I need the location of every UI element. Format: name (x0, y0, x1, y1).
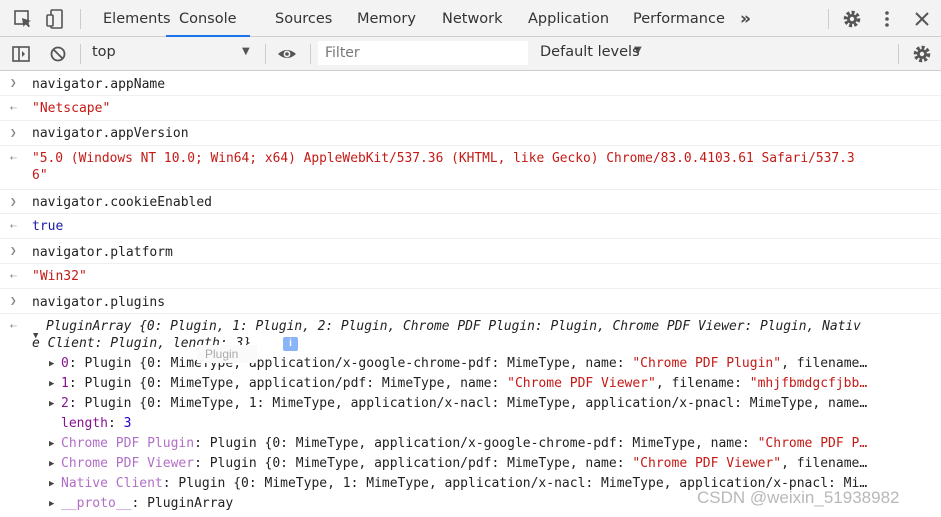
collapsed-triangle-icon[interactable]: ▶ (49, 399, 54, 409)
tab-elements[interactable]: Elements (103, 0, 171, 36)
tab-memory[interactable]: Memory (357, 0, 416, 36)
console-result-row: ⇠ "5.0 (Windows NT 10.0; Win64; x64) App… (0, 146, 941, 190)
show-sidebar-icon[interactable] (10, 43, 32, 65)
more-options-kebab-icon[interactable] (876, 8, 898, 30)
clear-console-icon[interactable] (47, 43, 69, 65)
console-result-row: ⇠ "Win32" (0, 264, 941, 289)
tab-console[interactable]: Console (166, 0, 250, 37)
result-arrow-icon: ⇠ (10, 219, 17, 232)
default-levels-dropdown[interactable]: Default levels (540, 44, 640, 60)
inspect-element-icon[interactable] (12, 8, 34, 30)
tab-sources[interactable]: Sources (275, 0, 332, 36)
filter-box (318, 41, 528, 65)
watermark: CSDN @weixin_51938982 (697, 488, 900, 507)
proto-property[interactable]: __proto__: PluginArray (61, 496, 233, 511)
devtools-tab-bar: Elements Console Sources Memory Network … (0, 0, 941, 37)
info-icon[interactable]: i (283, 337, 298, 351)
length-property: length: 3 (61, 416, 132, 431)
device-toolbar-icon[interactable] (45, 8, 67, 30)
input-prompt-icon: ❯ (10, 126, 17, 139)
console-result: "5.0 (Windows NT 10.0; Win64; x64) Apple… (32, 151, 855, 166)
console-input-row: ❯ navigator.cookieEnabled (0, 190, 941, 214)
divider (828, 9, 829, 29)
console-result: true (32, 219, 64, 234)
result-arrow-icon: ⇠ (10, 319, 17, 332)
filter-input[interactable] (323, 42, 527, 64)
divider (310, 44, 311, 64)
property-row[interactable]: 0: Plugin {0: MimeType, application/x-go… (61, 356, 867, 371)
divider (265, 44, 266, 64)
tab-performance[interactable]: Performance (633, 0, 725, 36)
tab-network[interactable]: Network (442, 0, 503, 36)
console-command: navigator.appName (32, 77, 166, 92)
context-selector[interactable]: top (92, 44, 116, 60)
console-input-row: ❯ navigator.plugins (0, 289, 941, 314)
input-prompt-icon: ❯ (10, 76, 17, 89)
input-prompt-icon: ❯ (10, 244, 17, 257)
divider (80, 44, 81, 64)
collapsed-triangle-icon[interactable]: ▶ (49, 439, 54, 449)
collapsed-triangle-icon[interactable]: ▶ (49, 379, 54, 389)
collapsed-triangle-icon[interactable]: ▶ (49, 499, 54, 509)
console-input-row: ❯ navigator.platform (0, 239, 941, 264)
close-devtools-icon[interactable] (911, 8, 933, 30)
collapsed-triangle-icon[interactable]: ▶ (49, 479, 54, 489)
live-expression-eye-icon[interactable] (276, 43, 298, 65)
console-result-row: ⇠ "Netscape" (0, 96, 941, 121)
property-row[interactable]: 1: Plugin {0: MimeType, application/pdf:… (61, 376, 867, 391)
plugin-array-summary[interactable]: PluginArray {0: Plugin, 1: Plugin, 2: Pl… (46, 319, 861, 334)
context-dropdown-arrow-icon[interactable]: ▼ (242, 46, 250, 57)
console-command: navigator.appVersion (32, 126, 189, 141)
console-output: ❯ navigator.appName ⇠ "Netscape" ❯ navig… (0, 72, 941, 517)
collapsed-triangle-icon[interactable]: ▶ (49, 359, 54, 369)
divider (80, 9, 81, 29)
property-row[interactable]: 2: Plugin {0: MimeType, 1: MimeType, app… (61, 396, 867, 411)
input-prompt-icon: ❯ (10, 195, 17, 208)
console-command: navigator.platform (32, 245, 173, 260)
result-arrow-icon: ⇠ (10, 101, 17, 114)
result-arrow-icon: ⇠ (10, 151, 17, 164)
result-arrow-icon: ⇠ (10, 269, 17, 282)
divider (898, 44, 899, 64)
console-result-wrap: 6" (32, 168, 48, 183)
input-prompt-icon: ❯ (10, 294, 17, 307)
settings-gear-icon[interactable] (841, 8, 863, 30)
console-result-row: ⇠ true (0, 214, 941, 239)
more-tabs-chevron-icon[interactable]: » (740, 0, 751, 36)
console-result: "Win32" (32, 269, 87, 284)
console-settings-gear-icon[interactable] (911, 43, 933, 65)
collapsed-triangle-icon[interactable]: ▶ (49, 459, 54, 469)
console-command: navigator.plugins (32, 295, 166, 310)
console-input-row: ❯ navigator.appName (0, 72, 941, 96)
hover-tooltip: Plugin (197, 345, 257, 363)
property-row[interactable]: Chrome PDF Plugin: Plugin {0: MimeType, … (61, 436, 867, 451)
console-result-row: ⇠ PluginArray {0: Plugin, 1: Plugin, 2: … (0, 314, 941, 517)
property-row[interactable]: Chrome PDF Viewer: Plugin {0: MimeType, … (61, 456, 867, 471)
console-command: navigator.cookieEnabled (32, 195, 213, 210)
console-input-row: ❯ navigator.appVersion (0, 121, 941, 146)
console-result: "Netscape" (32, 101, 111, 116)
tab-application[interactable]: Application (528, 0, 609, 36)
